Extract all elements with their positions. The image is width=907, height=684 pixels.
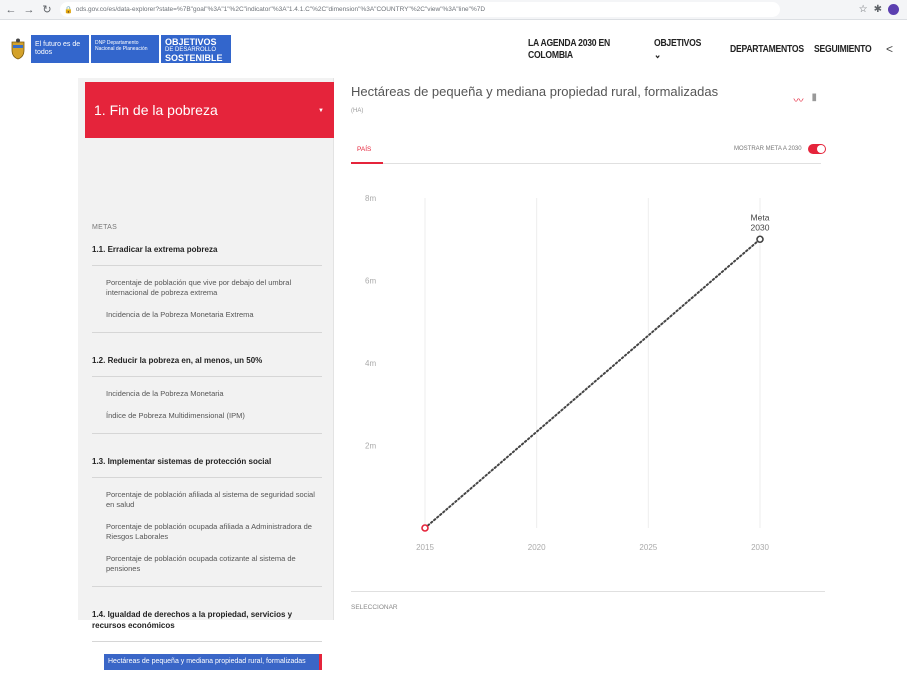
x-tick-label: 2025	[639, 543, 657, 552]
ods-logo-line1: OBJETIVOS	[165, 37, 217, 47]
indicator-link[interactable]: Porcentaje de población que vive por deb…	[92, 278, 322, 298]
forward-arrow-icon[interactable]: →	[22, 3, 36, 17]
y-tick-label: 2m	[365, 442, 376, 451]
x-tick-label: 2015	[416, 543, 434, 552]
indicator-panel: Hectáreas de pequeña y mediana propiedad…	[335, 78, 907, 620]
profile-avatar[interactable]	[888, 4, 899, 15]
indicator-link[interactable]: Incidencia de la Pobreza Monetaria Extre…	[92, 310, 322, 320]
coat-of-arms-logo	[11, 38, 25, 60]
goal-dropdown-label: 1. Fin de la pobreza	[94, 102, 218, 118]
goal-toggle-label: MOSTRAR META A 2030	[734, 146, 802, 152]
indicator-link-active[interactable]: Hectáreas de pequeña y mediana propiedad…	[104, 654, 322, 670]
dnp-logo[interactable]: DNP Departamento Nacional de Planeación	[91, 35, 159, 63]
tab-active-indicator	[351, 162, 383, 164]
indicator-title: Hectáreas de pequeña y mediana propiedad…	[351, 84, 719, 99]
y-tick-label: 8m	[365, 194, 376, 203]
top-navigation: LA AGENDA 2030 EN COLOMBIA OBJETIVOS ⌄ D…	[528, 37, 893, 61]
ods-logo[interactable]: OBJETIVOS DE DESARROLLO SOSTENIBLE	[161, 35, 231, 63]
goal-annotation-line2: 2030	[751, 222, 770, 232]
star-icon[interactable]: ☆	[859, 4, 868, 15]
x-tick-label: 2020	[528, 543, 546, 552]
dnp-logo-text: DNP Departamento Nacional de Planeación	[95, 40, 148, 52]
meta-title[interactable]: 1.4. Igualdad de derechos a la propiedad…	[92, 601, 322, 642]
indicator-unit: (HA)	[351, 108, 364, 114]
extensions-icon[interactable]: ✱	[874, 4, 882, 15]
metas-heading: METAS	[92, 224, 118, 231]
ods-logo-line3: SOSTENIBLE	[165, 53, 223, 63]
nav-departamentos[interactable]: DEPARTAMENTOS	[730, 43, 804, 55]
indicator-link[interactable]: Porcentaje de población afiliada al sist…	[92, 490, 322, 510]
x-tick-label: 2030	[751, 543, 769, 552]
meta-group: 1.1. Erradicar la extrema pobreza Porcent…	[92, 236, 322, 333]
nav-objetivos[interactable]: OBJETIVOS ⌄	[654, 37, 703, 61]
y-tick-label: 4m	[365, 359, 376, 368]
line-chart-icon[interactable]: 〰	[793, 92, 803, 107]
bar-chart-icon[interactable]: ▮	[811, 92, 817, 107]
indicator-link[interactable]: Porcentaje de población ocupada cotizant…	[92, 554, 322, 574]
data-point-goal	[756, 235, 764, 244]
url-text: ods.gov.co/es/data-explorer?state=%7B"go…	[75, 6, 486, 13]
address-bar[interactable]: 🔒 ods.gov.co/es/data-explorer?state=%7B"…	[60, 2, 780, 17]
meta-title[interactable]: 1.2. Reducir la pobreza en, al menos, un…	[92, 347, 322, 377]
lock-icon: 🔒	[64, 6, 73, 14]
meta-group: 1.3. Implementar sistemas de protección …	[92, 448, 322, 587]
data-point-start	[421, 524, 429, 532]
chevron-down-icon: ⌄	[653, 49, 661, 61]
indicator-line-chart: 2015 2020 2025 20302m4m6m8mMeta2030	[365, 194, 770, 552]
goal-toggle[interactable]	[808, 144, 826, 154]
meta-title[interactable]: 1.1. Erradicar la extrema pobreza	[92, 236, 322, 266]
indicator-link[interactable]: Incidencia de la Pobreza Monetaria	[92, 389, 322, 399]
goals-sidebar: 1. Fin de la pobreza ▼ METAS 1.1. Erradi…	[78, 78, 334, 670]
tab-divider	[351, 163, 821, 164]
gov-logo[interactable]: El futuro es de todos	[31, 35, 89, 63]
nav-agenda-2030[interactable]: LA AGENDA 2030 EN COLOMBIA	[528, 37, 618, 61]
nav-objetivos-label: OBJETIVOS	[653, 37, 702, 49]
gov-logo-text: El futuro es de todos	[35, 41, 81, 56]
chart-type-switcher: 〰 ▮	[793, 92, 817, 107]
indicator-link[interactable]: Índice de Pobreza Multidimensional (IPM)	[92, 411, 322, 421]
indicator-link[interactable]: Porcentaje de población ocupada afiliada…	[92, 522, 322, 542]
goal-annotation-line1: Meta	[751, 212, 770, 222]
y-tick-label: 6m	[365, 277, 376, 286]
goal-dropdown[interactable]: 1. Fin de la pobreza ▼	[85, 82, 334, 138]
nav-seguimiento[interactable]: SEGUIMIENTO	[814, 43, 872, 55]
chart-bottom-divider	[351, 591, 825, 592]
share-icon[interactable]: <	[886, 42, 893, 56]
meta-group: 1.4. Igualdad de derechos a la propiedad…	[92, 601, 322, 670]
tab-pais[interactable]: PAÍS	[357, 146, 371, 153]
metas-list: 1.1. Erradicar la extrema pobreza Porcent…	[92, 236, 322, 684]
reload-icon[interactable]: ↻	[40, 3, 54, 17]
site-header: El futuro es de todos DNP Departamento N…	[0, 20, 907, 78]
browser-toolbar: ← → ↻ 🔒 ods.gov.co/es/data-explorer?stat…	[0, 0, 907, 20]
meta-title[interactable]: 1.3. Implementar sistemas de protección …	[92, 448, 322, 478]
caret-down-icon: ▼	[318, 108, 324, 114]
back-arrow-icon[interactable]: ←	[4, 3, 18, 17]
select-label: SELECCIONAR	[351, 604, 398, 611]
series-line	[424, 238, 761, 529]
meta-group: 1.2. Reducir la pobreza en, al menos, un…	[92, 347, 322, 434]
